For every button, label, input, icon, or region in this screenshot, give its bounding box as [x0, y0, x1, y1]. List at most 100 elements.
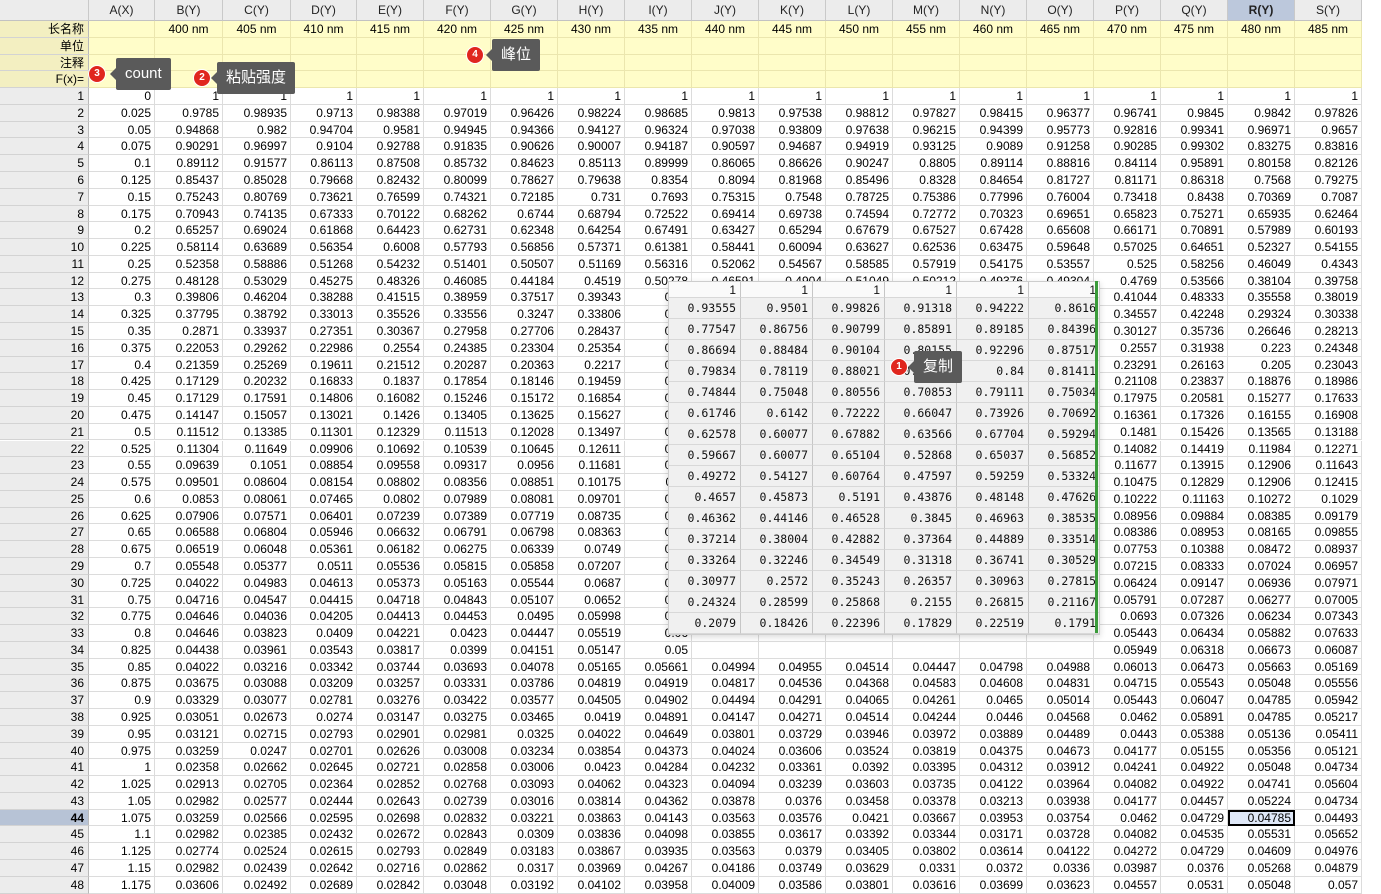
data-cell[interactable]: 0.70369	[1228, 188, 1295, 206]
column-header[interactable]: F(Y)	[424, 0, 491, 21]
data-cell[interactable]: 0.04267	[625, 860, 692, 877]
data-cell[interactable]: 0.98935	[223, 104, 291, 122]
data-cell[interactable]: 0.18146	[491, 373, 558, 391]
data-cell[interactable]: 0.82126	[1295, 155, 1362, 172]
data-cell[interactable]: 0.03744	[357, 658, 424, 676]
data-cell[interactable]: 0.16833	[291, 373, 357, 391]
data-cell[interactable]: 0.81171	[1094, 172, 1161, 189]
data-cell[interactable]: 0.0317	[491, 860, 558, 877]
data-cell[interactable]: 0.04547	[223, 591, 291, 609]
data-cell[interactable]: 0.03329	[155, 692, 223, 709]
data-cell[interactable]: 0.15426	[1161, 423, 1228, 441]
data-cell[interactable]: 0.10645	[491, 440, 558, 458]
data-cell[interactable]: 0.03276	[357, 692, 424, 709]
data-cell[interactable]	[759, 641, 826, 659]
data-cell[interactable]: 0.98415	[960, 104, 1027, 122]
data-cell[interactable]: 0.17975	[1094, 390, 1161, 407]
data-cell[interactable]: 0.16854	[558, 390, 625, 407]
data-cell[interactable]: 0.02842	[357, 876, 424, 894]
data-cell[interactable]: 0.02774	[155, 843, 223, 860]
meta-row-header[interactable]: 注释	[0, 54, 89, 72]
data-cell[interactable]: 0.04489	[1027, 725, 1094, 743]
data-cell[interactable]: 0.06401	[291, 507, 357, 525]
data-cell[interactable]: 0.74594	[826, 205, 893, 223]
meta-cell[interactable]	[89, 37, 155, 55]
data-cell[interactable]: 0.10222	[1094, 490, 1161, 508]
data-cell[interactable]: 0.05519	[558, 625, 625, 642]
data-cell[interactable]: 1	[893, 88, 960, 105]
data-cell[interactable]: 0.78725	[826, 188, 893, 206]
meta-cell[interactable]	[692, 37, 759, 55]
data-cell[interactable]: 0.8805	[893, 155, 960, 172]
data-cell[interactable]: 0.26163	[1161, 356, 1228, 374]
meta-cell[interactable]	[1295, 37, 1362, 55]
data-cell[interactable]: 0.17854	[424, 373, 491, 391]
data-cell[interactable]: 0.12415	[1295, 474, 1362, 491]
data-cell[interactable]: 0.03257	[357, 675, 424, 693]
data-cell[interactable]: 0.06277	[1228, 591, 1295, 609]
data-cell[interactable]: 0.02701	[291, 742, 357, 760]
row-header[interactable]: 22	[0, 440, 89, 458]
data-cell[interactable]: 0.275	[89, 272, 155, 290]
data-cell[interactable]: 0.04646	[155, 625, 223, 642]
data-cell[interactable]: 0.04186	[692, 860, 759, 877]
meta-cell[interactable]: 440 nm	[692, 21, 759, 38]
data-cell[interactable]: 0.0652	[558, 591, 625, 609]
data-cell[interactable]: 0.96324	[625, 121, 692, 139]
meta-cell[interactable]	[692, 71, 759, 89]
data-cell[interactable]: 1.025	[89, 776, 155, 793]
meta-cell[interactable]	[826, 71, 893, 89]
data-cell[interactable]: 0.04994	[692, 658, 759, 676]
meta-cell[interactable]	[1161, 54, 1228, 72]
data-cell[interactable]: 0.03935	[625, 843, 692, 860]
row-header[interactable]: 39	[0, 725, 89, 743]
meta-cell[interactable]: 465 nm	[1027, 21, 1094, 38]
data-cell[interactable]: 0.62464	[1295, 205, 1362, 223]
data-cell[interactable]: 0.7568	[1228, 172, 1295, 189]
data-cell[interactable]: 0.03802	[893, 843, 960, 860]
data-cell[interactable]: 0.02358	[155, 759, 223, 777]
data-cell[interactable]: 0.03524	[826, 742, 893, 760]
data-cell[interactable]: 0.05169	[1295, 658, 1362, 676]
data-cell[interactable]: 0.04368	[826, 675, 893, 693]
column-header[interactable]: J(Y)	[692, 0, 759, 21]
data-cell[interactable]: 0.44184	[491, 272, 558, 290]
data-cell[interactable]: 0.79638	[558, 172, 625, 189]
data-cell[interactable]: 0.05942	[1295, 692, 1362, 709]
data-cell[interactable]: 0.05268	[1228, 860, 1295, 877]
data-cell[interactable]: 0.23291	[1094, 356, 1161, 374]
meta-cell[interactable]	[826, 37, 893, 55]
data-cell[interactable]: 0.05858	[491, 557, 558, 575]
data-cell[interactable]: 0.07005	[1295, 591, 1362, 609]
data-cell[interactable]: 0.85496	[826, 172, 893, 189]
data-cell[interactable]: 0.85028	[223, 172, 291, 189]
data-cell[interactable]: 0.0511	[291, 557, 357, 575]
data-cell[interactable]: 0.04457	[1161, 792, 1228, 810]
data-cell[interactable]: 0.0495	[491, 608, 558, 626]
data-cell[interactable]: 0.03361	[759, 759, 826, 777]
data-cell[interactable]: 1	[291, 88, 357, 105]
data-cell[interactable]: 0.72522	[625, 205, 692, 223]
data-cell[interactable]: 0.06434	[1161, 625, 1228, 642]
data-cell[interactable]: 0.96997	[223, 138, 291, 156]
data-cell[interactable]: 0.04272	[1094, 843, 1161, 860]
data-cell[interactable]: 0.41044	[1094, 289, 1161, 307]
data-cell[interactable]: 0.12028	[491, 423, 558, 441]
data-cell[interactable]: 0.04583	[893, 675, 960, 693]
data-cell[interactable]: 0.04062	[558, 776, 625, 793]
data-cell[interactable]: 0.39343	[558, 289, 625, 307]
meta-cell[interactable]	[1094, 71, 1161, 89]
data-cell[interactable]: 0.60094	[759, 239, 826, 256]
data-cell[interactable]: 0.9813	[692, 104, 759, 122]
data-cell[interactable]: 0.04983	[223, 574, 291, 592]
data-cell[interactable]: 0.08386	[1094, 524, 1161, 542]
data-cell[interactable]: 0.05443	[1094, 692, 1161, 709]
data-cell[interactable]: 0.25354	[558, 339, 625, 357]
data-cell[interactable]: 0.84114	[1094, 155, 1161, 172]
row-header[interactable]: 46	[0, 843, 89, 860]
data-cell[interactable]: 0.05411	[1295, 725, 1362, 743]
data-cell[interactable]: 0.4	[89, 356, 155, 374]
data-cell[interactable]: 0.07719	[491, 507, 558, 525]
meta-cell[interactable]: 400 nm	[155, 21, 223, 38]
data-cell[interactable]: 0.05548	[155, 557, 223, 575]
